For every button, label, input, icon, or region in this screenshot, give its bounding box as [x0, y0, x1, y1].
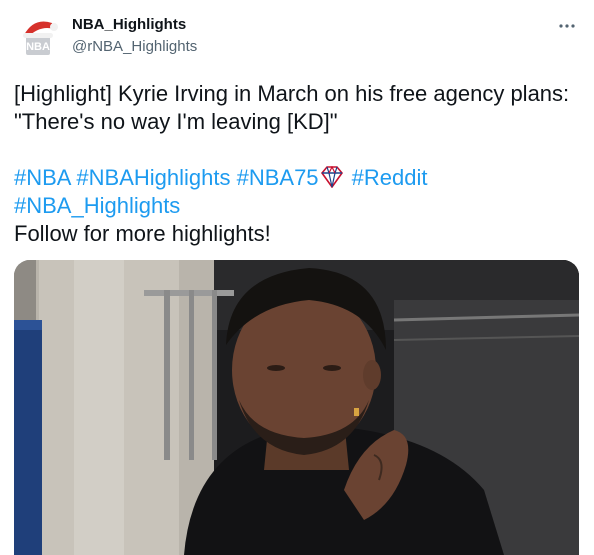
hashtag-nbahighlights[interactable]: #NBAHighlights [76, 165, 230, 190]
hashtag-reddit[interactable]: #Reddit [352, 165, 428, 190]
tweet-card: NBA NBA_Highlights @rNBA_Highlights [Hig… [0, 0, 594, 555]
nba-75-diamond-icon [320, 166, 343, 188]
nba-santa-hat-avatar-icon: NBA [14, 13, 62, 61]
video-thumbnail[interactable] [14, 260, 579, 555]
closing-line: Follow for more highlights! [14, 221, 271, 246]
hashtag-nba[interactable]: #NBA [14, 165, 70, 190]
user-handle[interactable]: @rNBA_Highlights [72, 37, 197, 57]
video-thumbnail-kyrie-irving-icon [14, 260, 579, 555]
hashtag-nba75[interactable]: #NBA75 [237, 165, 319, 190]
hashtag-line: #NBA #NBAHighlights #NBA75 #Reddit [14, 164, 574, 192]
author-block: NBA_Highlights @rNBA_Highlights [72, 16, 197, 57]
hashtag-nba-highlights[interactable]: #NBA_Highlights [14, 193, 180, 218]
tweet-text: [Highlight] Kyrie Irving in March on his… [14, 80, 574, 248]
more-options-button[interactable] [557, 16, 577, 36]
tweet-headline: [Highlight] Kyrie Irving in March on his… [14, 81, 570, 134]
display-name[interactable]: NBA_Highlights [72, 16, 197, 34]
more-options-icon [559, 24, 575, 28]
avatar[interactable]: NBA [14, 13, 62, 61]
svg-text:NBA: NBA [26, 41, 50, 53]
hashtag-line-2: #NBA_Highlights [14, 192, 574, 220]
